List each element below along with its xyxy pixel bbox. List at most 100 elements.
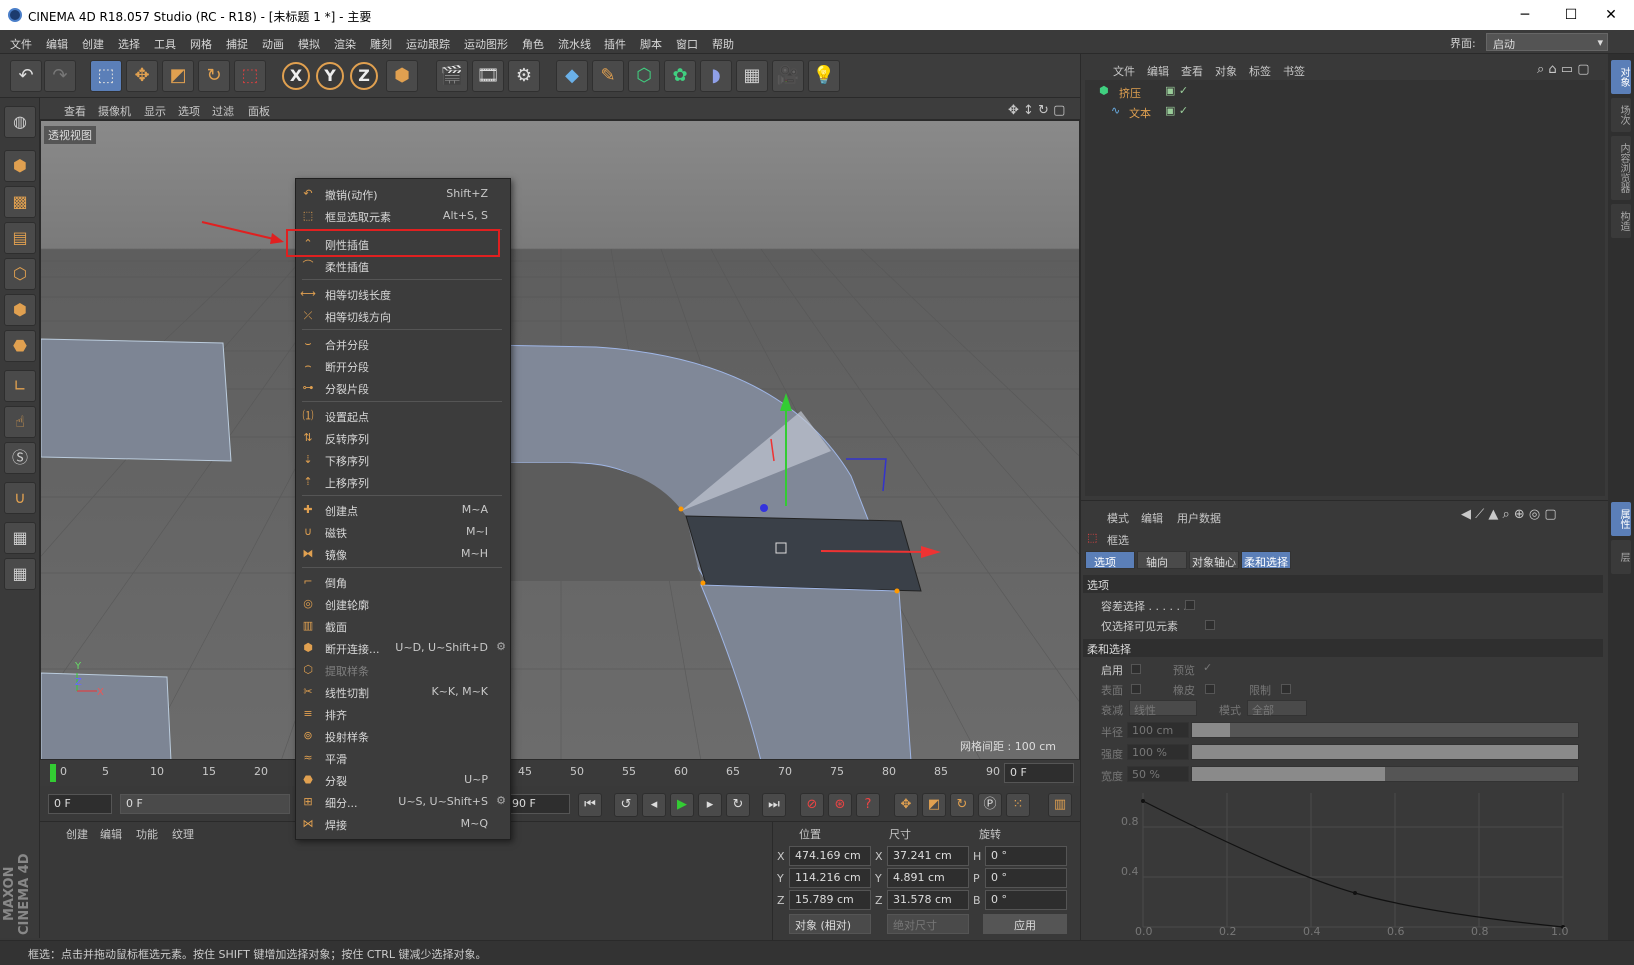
menu-item-smooth[interactable]: ≈ 平滑: [296, 747, 510, 769]
menu-sculpt[interactable]: 雕刻: [370, 36, 392, 52]
preview-range-slider[interactable]: 0 F: [120, 794, 290, 814]
tab-structure[interactable]: 构造: [1611, 204, 1631, 238]
menu-item-weld[interactable]: ⋈ 焊接 M~Q: [296, 813, 510, 835]
tab-axis[interactable]: 轴向: [1137, 551, 1187, 569]
tab-attributes[interactable]: 属性: [1611, 502, 1631, 536]
menu-item-line-cut[interactable]: ✂ 线性切割 K~K, M~K: [296, 681, 510, 703]
snap-icon[interactable]: Ⓢ: [4, 442, 36, 474]
scale-icon[interactable]: ◩: [162, 60, 194, 92]
menu-create[interactable]: 创建: [82, 36, 104, 52]
viewport-nav-icon[interactable]: ✥ ↕ ↻ ▢: [1008, 103, 1065, 118]
width-slider[interactable]: [1191, 766, 1579, 782]
light-icon[interactable]: 💡: [808, 60, 840, 92]
timeline-window-icon[interactable]: ▥: [1048, 793, 1072, 817]
edges-mode-icon[interactable]: ⬢: [4, 294, 36, 326]
menu-item-break-segment[interactable]: ⌢ 断开分段: [296, 355, 510, 377]
make-editable-icon[interactable]: ◍: [4, 106, 36, 138]
y-axis-lock-icon[interactable]: Y: [316, 62, 344, 90]
coordinate-system-icon[interactable]: ⬢: [386, 60, 418, 92]
live-select-icon[interactable]: ⬚: [90, 60, 122, 92]
menu-item-reverse-sequence[interactable]: ⇅ 反转序列: [296, 427, 510, 449]
surface-checkbox[interactable]: [1131, 684, 1141, 694]
prev-frame-icon[interactable]: ◂: [642, 793, 666, 817]
menu-item-create-point[interactable]: ✚ 创建点 M~A: [296, 499, 510, 521]
start-frame-field[interactable]: 0 F: [48, 794, 112, 814]
menu-simulate[interactable]: 模拟: [298, 36, 320, 52]
playhead[interactable]: [50, 764, 56, 782]
menu-item-chamfer[interactable]: ⌐ 倒角: [296, 571, 510, 593]
restrict-checkbox[interactable]: [1281, 684, 1291, 694]
vp-menu-view[interactable]: 查看: [64, 103, 86, 119]
camera-icon[interactable]: 🎥: [772, 60, 804, 92]
goto-start-icon[interactable]: ⏮: [578, 793, 602, 817]
am-nav-icons[interactable]: ◀ ⟋ ▲ ⌕ ⊕ ◎ ▢: [1461, 507, 1557, 522]
menu-item-extract-spline[interactable]: ⬡ 提取样条: [296, 659, 510, 681]
key-pla-icon[interactable]: ⁙: [1006, 793, 1030, 817]
tab-content-browser[interactable]: 内容浏览器: [1611, 136, 1631, 200]
pos-y-field[interactable]: 114.216 cm: [789, 868, 871, 888]
render-picture-viewer-icon[interactable]: 🎞: [472, 60, 504, 92]
menu-mograph[interactable]: 运动图形: [464, 36, 508, 52]
am-menu-mode[interactable]: 模式: [1107, 510, 1129, 526]
menu-item-arrange[interactable]: ≡ 排齐: [296, 703, 510, 725]
menu-item-equal-tangent-length[interactable]: ⟷ 相等切线长度: [296, 283, 510, 305]
subdivision-icon[interactable]: ⬡: [628, 60, 660, 92]
menu-select[interactable]: 选择: [118, 36, 140, 52]
menu-item-magnet[interactable]: ∪ 磁铁 M~I: [296, 521, 510, 543]
om-menu-view[interactable]: 查看: [1181, 63, 1203, 79]
magnet-tool-icon[interactable]: ∪: [4, 482, 36, 514]
menu-pipeline[interactable]: 流水线: [558, 36, 591, 52]
cube-icon[interactable]: ◆: [556, 60, 588, 92]
axis-mode-icon[interactable]: ∟: [4, 370, 36, 402]
object-row[interactable]: ⬢ 挤压 ▣ ✓: [1085, 82, 1601, 100]
z-axis-lock-icon[interactable]: Z: [350, 62, 378, 90]
render-settings-icon[interactable]: ⚙: [508, 60, 540, 92]
enable-checkbox[interactable]: [1131, 664, 1141, 674]
menu-item-move-up-sequence[interactable]: ⇡ 上移序列: [296, 471, 510, 493]
move-icon[interactable]: ✥: [126, 60, 158, 92]
menu-file[interactable]: 文件: [10, 36, 32, 52]
key-param-icon[interactable]: Ⓟ: [978, 793, 1002, 817]
current-frame-field[interactable]: 0 F: [1004, 763, 1074, 783]
menu-item-cross-section[interactable]: ▥ 截面: [296, 615, 510, 637]
menu-item-hard-interp[interactable]: ⌃ 刚性插值: [286, 229, 510, 257]
rot-p-field[interactable]: 0 °: [985, 868, 1067, 888]
tolerant-select-checkbox[interactable]: [1185, 600, 1195, 610]
visible-only-checkbox[interactable]: [1205, 620, 1215, 630]
vp-menu-options[interactable]: 选项: [178, 103, 200, 119]
radius-field[interactable]: 100 cm: [1127, 722, 1189, 738]
tab-takes[interactable]: 场次: [1611, 98, 1631, 132]
tab-objects[interactable]: 对象: [1611, 60, 1631, 94]
tab-soft-selection[interactable]: 柔和选择: [1241, 551, 1291, 569]
vp-menu-camera[interactable]: 摄像机: [98, 103, 131, 119]
keyframe-selection-icon[interactable]: ?: [856, 793, 880, 817]
redo-icon[interactable]: ↷: [44, 60, 76, 92]
tweak-icon[interactable]: ☝: [4, 406, 36, 438]
visibility-icon[interactable]: ▣ ✓: [1165, 84, 1188, 97]
menu-mesh[interactable]: 网格: [190, 36, 212, 52]
om-menu-edit[interactable]: 编辑: [1147, 63, 1169, 79]
menu-motion-tracker[interactable]: 运动跟踪: [406, 36, 450, 52]
menu-item-join-segment[interactable]: ⌣ 合并分段: [296, 333, 510, 355]
preview-check-icon[interactable]: ✓: [1203, 661, 1212, 674]
om-menu-tags[interactable]: 标签: [1249, 63, 1271, 79]
key-scale-icon[interactable]: ◩: [922, 793, 946, 817]
mode-select[interactable]: 全部: [1247, 700, 1307, 717]
om-search-icon[interactable]: ⌕ ⌂ ▭ ▢: [1537, 62, 1590, 77]
om-menu-bookmarks[interactable]: 书签: [1283, 63, 1305, 79]
tab-object-axis[interactable]: 对象轴心: [1189, 551, 1239, 569]
menu-render[interactable]: 渲染: [334, 36, 356, 52]
coord-size-select[interactable]: 绝对尺寸: [887, 914, 969, 934]
vp-menu-filter[interactable]: 过滤: [212, 103, 234, 119]
autokey-icon[interactable]: ⊛: [828, 793, 852, 817]
falloff-graph[interactable]: 0.8 0.4 0.0 0.2 0.4 0.6 0.8 1.0: [1085, 793, 1605, 939]
menu-item-subdivide[interactable]: ⊞ 细分... U~S, U~Shift+S ⚙: [296, 791, 510, 813]
menu-item-soft-interp[interactable]: ⌒ 柔性插值: [296, 255, 510, 277]
am-menu-userdata[interactable]: 用户数据: [1177, 510, 1221, 526]
polygons-mode-icon[interactable]: ⬣: [4, 330, 36, 362]
radius-slider[interactable]: [1191, 722, 1579, 738]
layout-select[interactable]: 启动 ▾: [1486, 33, 1608, 51]
menu-item-move-down-sequence[interactable]: ⇣ 下移序列: [296, 449, 510, 471]
perspective-viewport[interactable]: Y Z X: [40, 120, 1080, 760]
menu-item-frame-select[interactable]: ⬚ 框显选取元素 Alt+S, S: [296, 205, 510, 227]
